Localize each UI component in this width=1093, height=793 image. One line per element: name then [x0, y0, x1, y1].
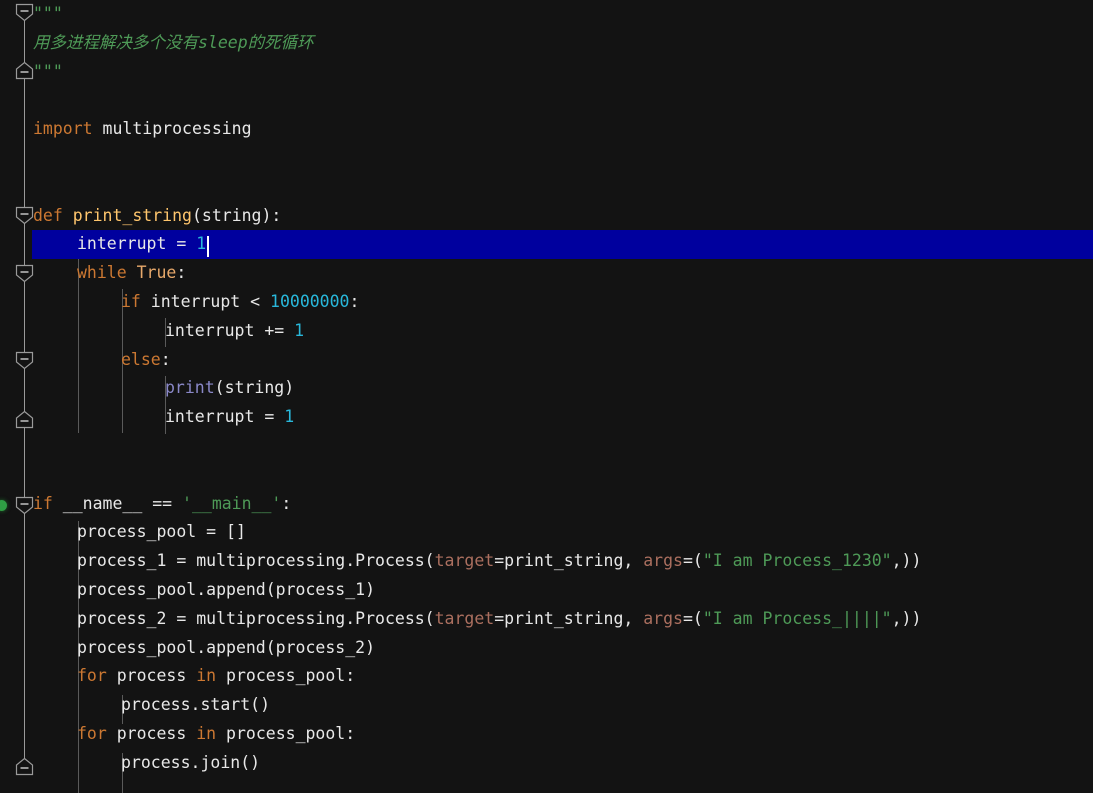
number-literal-one-a: 1 [196, 234, 207, 254]
args-open-2: =( [683, 608, 703, 628]
code-line-22-process-2[interactable]: process_2 = multiprocessing.Process(targ… [0, 605, 1093, 634]
process-pool-initialization: process_pool = [] [77, 522, 246, 542]
fold-marker-main-guard[interactable] [15, 496, 34, 515]
docstring-close-quotes: """ [33, 61, 63, 81]
kwarg-args-2: args [643, 608, 683, 628]
function-name-print-string: print_string [62, 205, 192, 225]
code-line-7-blank[interactable] [0, 173, 1093, 202]
string-process-1230: "I am Process_1230" [702, 551, 892, 571]
code-line-27-join-call[interactable]: process.join() [0, 749, 1093, 778]
args-open-1: =( [683, 551, 703, 571]
print-arguments: (string) [214, 378, 295, 398]
code-line-16-blank[interactable] [0, 432, 1093, 461]
target-value-2: =print_string, [494, 608, 644, 628]
gutter-rail-def [24, 224, 25, 424]
number-literal-one-b: 1 [294, 320, 305, 340]
iterable-start: process_pool: [216, 666, 356, 686]
editor-gutter[interactable] [0, 0, 34, 793]
code-line-18-main-guard[interactable]: if __name__ == '__main__': [0, 490, 1093, 519]
docstring-open-quotes: """ [33, 4, 63, 23]
text-cursor [207, 236, 210, 258]
fold-marker-main-block-end[interactable] [15, 757, 34, 776]
process-2-constructor: process_2 = multiprocessing.Process( [77, 608, 435, 628]
keyword-else: else [121, 349, 161, 369]
code-line-20-process-1[interactable]: process_1 = multiprocessing.Process(targ… [0, 547, 1093, 576]
process-1-constructor: process_1 = multiprocessing.Process( [77, 551, 435, 571]
keyword-if-main: if [33, 493, 53, 513]
fold-marker-def-print-string[interactable] [15, 206, 34, 225]
keyword-import: import [33, 119, 93, 139]
process-start-call: process.start() [121, 695, 271, 715]
keyword-for-start: for [77, 666, 107, 686]
process-join-call: process.join() [121, 752, 261, 772]
code-line-14-print[interactable]: print(string) [0, 374, 1093, 403]
code-line-8-def[interactable]: def print_string(string): [0, 202, 1093, 231]
code-line-3[interactable]: """ [0, 58, 1093, 87]
string-process-pipes: "I am Process_||||" [702, 608, 892, 628]
code-line-13-else[interactable]: else: [0, 346, 1093, 375]
code-line-10-while[interactable]: while True: [0, 259, 1093, 288]
code-line-4-blank[interactable] [0, 86, 1093, 115]
run-configuration-icon[interactable] [0, 500, 7, 511]
keyword-def: def [33, 205, 63, 225]
fold-marker-docstring-close[interactable] [15, 61, 34, 80]
code-line-9-current[interactable]: interrupt = 1 [0, 230, 1093, 260]
dunder-name-comparison: __name__ == [52, 493, 183, 513]
colon-while: : [176, 263, 187, 283]
code-line-17-blank[interactable] [0, 461, 1093, 490]
code-editor-window[interactable]: """ 用多进程解决多个没有sleep的死循环 """ import multi… [0, 0, 1093, 793]
target-value-1: =print_string, [494, 551, 644, 571]
increment-interrupt: interrupt += [165, 320, 295, 340]
builtin-true: True [126, 263, 177, 283]
code-line-25-start-call[interactable]: process.start() [0, 691, 1093, 720]
number-literal-threshold: 10000000 [270, 291, 350, 311]
code-line-1[interactable]: """ [0, 0, 1093, 29]
function-parameters: (string): [191, 205, 282, 225]
code-line-5[interactable]: import multiprocessing [0, 115, 1093, 144]
code-line-19-pool-init[interactable]: process_pool = [] [0, 518, 1093, 547]
code-line-6-blank[interactable] [0, 144, 1093, 173]
iterable-join: process_pool: [216, 723, 356, 743]
docstring-body-text: 用多进程解决多个没有sleep的死循环 [33, 32, 314, 52]
keyword-in-start: in [196, 666, 217, 686]
args-close-1: ,)) [891, 551, 922, 571]
code-line-11-if[interactable]: if interrupt < 10000000: [0, 288, 1093, 317]
code-line-21-append-1[interactable]: process_pool.append(process_1) [0, 576, 1093, 605]
keyword-for-join: for [77, 723, 107, 743]
condition-interrupt-lt: interrupt < [140, 291, 271, 311]
code-line-24-for-start[interactable]: for process in process_pool: [0, 662, 1093, 691]
kwarg-args-1: args [643, 551, 683, 571]
keyword-in-join: in [196, 723, 217, 743]
gutter-rail-main [24, 514, 25, 770]
fold-marker-docstring-open[interactable] [15, 3, 34, 22]
colon-main: : [281, 493, 292, 513]
code-line-15-reset[interactable]: interrupt = 1 [0, 403, 1093, 432]
args-close-2: ,)) [891, 608, 922, 628]
string-main: '__main__' [182, 493, 282, 513]
fold-marker-else-branch[interactable] [15, 351, 34, 370]
assignment-interrupt-reset: interrupt = [165, 407, 285, 427]
keyword-while: while [77, 263, 127, 283]
colon-else: : [160, 349, 171, 369]
loop-var-start: process [106, 666, 197, 686]
code-line-12-increment[interactable]: interrupt += 1 [0, 317, 1093, 346]
code-line-2[interactable]: 用多进程解决多个没有sleep的死循环 [0, 29, 1093, 58]
keyword-if-inner: if [121, 291, 141, 311]
builtin-call-print: print [165, 378, 215, 398]
kwarg-target-2: target [434, 608, 495, 628]
number-literal-one-c: 1 [284, 407, 295, 427]
append-process-2: process_pool.append(process_2) [77, 637, 376, 657]
fold-marker-while-loop[interactable] [15, 264, 34, 283]
code-line-23-append-2[interactable]: process_pool.append(process_2) [0, 634, 1093, 663]
assignment-interrupt: interrupt = [77, 234, 197, 254]
loop-var-join: process [106, 723, 197, 743]
colon-if: : [349, 291, 360, 311]
fold-marker-def-block-end[interactable] [15, 410, 34, 429]
code-line-26-for-join[interactable]: for process in process_pool: [0, 720, 1093, 749]
gutter-rail-mid [24, 76, 25, 224]
append-process-1: process_pool.append(process_1) [77, 579, 376, 599]
kwarg-target-1: target [434, 551, 495, 571]
module-multiprocessing: multiprocessing [92, 119, 252, 139]
code-content[interactable]: """ 用多进程解决多个没有sleep的死循环 """ import multi… [0, 0, 1093, 793]
